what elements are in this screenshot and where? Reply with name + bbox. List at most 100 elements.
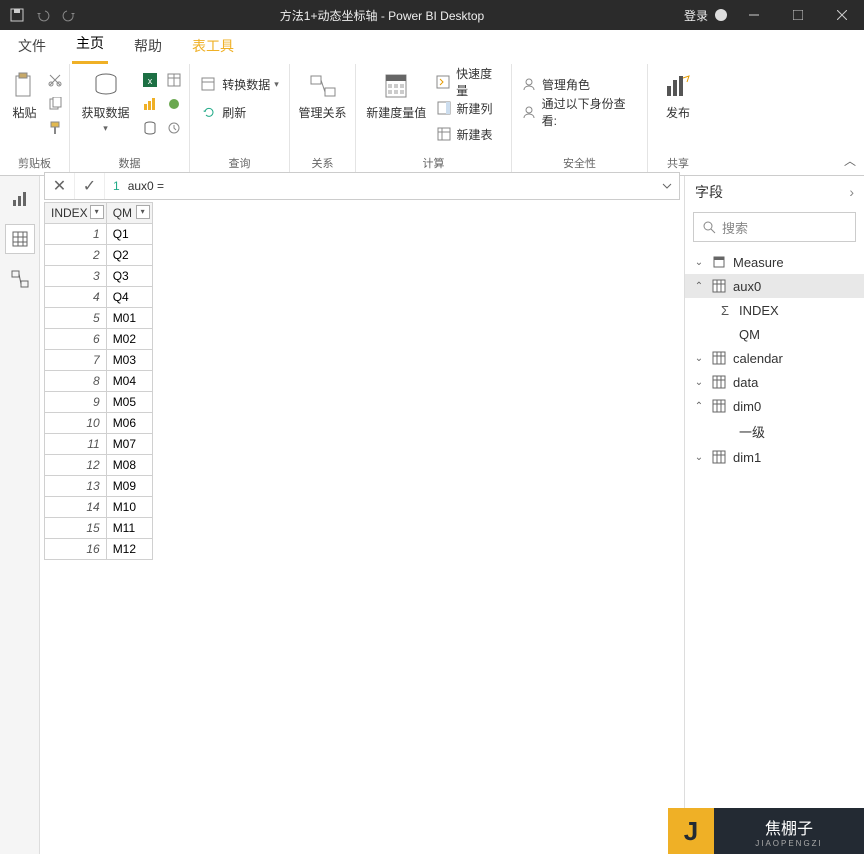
cell-index: 8 [45, 371, 107, 392]
table-row[interactable]: 4Q4 [45, 287, 153, 308]
field-leaf[interactable]: ΣINDEX [685, 298, 864, 322]
copy-icon[interactable] [48, 94, 62, 114]
report-view-icon[interactable] [5, 184, 35, 214]
chevron-icon[interactable]: ⌄ [693, 452, 705, 463]
collapse-ribbon-icon[interactable]: ︿ [844, 152, 856, 169]
filter-dropdown-icon[interactable]: ▾ [90, 205, 104, 219]
formula-commit-icon[interactable]: ✓ [75, 173, 105, 199]
cell-index: 1 [45, 224, 107, 245]
group-calc: 新建度量值 快速度量 新建列 新建表 计算 [356, 64, 512, 175]
table-row[interactable]: 15M11 [45, 518, 153, 539]
getdata-button[interactable]: 获取数据 ▾ [77, 70, 135, 134]
table-row[interactable]: 3Q3 [45, 266, 153, 287]
tab-help[interactable]: 帮助 [130, 30, 166, 64]
col-header-qm[interactable]: QM▾ [106, 203, 152, 224]
cut-icon[interactable] [48, 70, 62, 90]
model-view-icon[interactable] [5, 264, 35, 294]
field-leaf[interactable]: 一级 [685, 418, 864, 445]
cell-qm: M04 [106, 371, 152, 392]
cell-index: 4 [45, 287, 107, 308]
table-row[interactable]: 2Q2 [45, 245, 153, 266]
table-row[interactable]: 16M12 [45, 539, 153, 560]
minimize-button[interactable] [732, 0, 776, 30]
field-table[interactable]: ⌄data [685, 370, 864, 394]
maximize-button[interactable] [776, 0, 820, 30]
account-button[interactable]: 登录 [684, 7, 732, 24]
tab-file[interactable]: 文件 [14, 30, 50, 64]
table-row[interactable]: 1Q1 [45, 224, 153, 245]
field-leaf[interactable]: QM [685, 322, 864, 346]
cell-index: 7 [45, 350, 107, 371]
redo-icon[interactable] [58, 4, 80, 26]
chevron-icon[interactable]: ⌄ [693, 377, 705, 388]
field-table[interactable]: ⌄dim1 [685, 445, 864, 469]
manage-relations-button[interactable]: 管理关系 [294, 70, 352, 121]
col-header-index[interactable]: INDEX▾ [45, 203, 107, 224]
chevron-icon[interactable]: ⌃ [693, 401, 705, 412]
formatpainter-icon[interactable] [48, 118, 62, 138]
formula-input[interactable]: 1 aux0 = [105, 179, 655, 193]
table-row[interactable]: 13M09 [45, 476, 153, 497]
chevron-icon[interactable]: ⌄ [693, 353, 705, 364]
ribbon: 粘贴 剪贴板 获取数据 ▾ x [0, 64, 864, 176]
fields-search[interactable]: 搜索 [693, 212, 856, 242]
field-table[interactable]: ⌄Measure [685, 250, 864, 274]
cell-qm: M02 [106, 329, 152, 350]
excel-source-icon[interactable]: x [141, 70, 159, 90]
newmeasure-button[interactable]: 新建度量值 [364, 70, 429, 121]
enterdata-icon[interactable] [165, 70, 183, 90]
table-row[interactable]: 9M05 [45, 392, 153, 413]
collapse-pane-icon[interactable]: › [849, 184, 854, 200]
quickmeasure-button[interactable]: 快速度量 [435, 72, 503, 92]
cell-qm: M03 [106, 350, 152, 371]
chevron-icon[interactable]: ⌄ [693, 257, 705, 268]
paste-button[interactable]: 粘贴 [8, 70, 42, 121]
cell-qm: M07 [106, 434, 152, 455]
fields-title: 字段 [695, 182, 723, 202]
table-row[interactable]: 11M07 [45, 434, 153, 455]
newtable-button[interactable]: 新建表 [435, 124, 503, 144]
field-table[interactable]: ⌃dim0 [685, 394, 864, 418]
table-row[interactable]: 7M03 [45, 350, 153, 371]
table-icon [711, 350, 727, 366]
dataverse-icon[interactable] [165, 94, 183, 114]
undo-icon[interactable] [32, 4, 54, 26]
table-row[interactable]: 10M06 [45, 413, 153, 434]
save-icon[interactable] [6, 4, 28, 26]
sql-source-icon[interactable] [141, 118, 159, 138]
table-row[interactable]: 14M10 [45, 497, 153, 518]
close-button[interactable] [820, 0, 864, 30]
newcolumn-button[interactable]: 新建列 [435, 98, 503, 118]
formula-cancel-icon[interactable]: ✕ [45, 173, 75, 199]
table-row[interactable]: 12M08 [45, 455, 153, 476]
viewas-button[interactable]: 通过以下身份查看: [520, 102, 639, 122]
cell-index: 15 [45, 518, 107, 539]
table-icon [711, 374, 727, 390]
group-query: 转换数据▾ 刷新 查询 [190, 64, 290, 175]
table-row[interactable]: 8M04 [45, 371, 153, 392]
tab-home[interactable]: 主页 [72, 27, 108, 64]
table-icon [711, 398, 727, 414]
transform-button[interactable]: 转换数据▾ [200, 74, 279, 94]
data-view-icon[interactable] [5, 224, 35, 254]
tab-tabletools[interactable]: 表工具 [188, 30, 238, 64]
manageroles-button[interactable]: 管理角色 [520, 74, 639, 94]
filter-dropdown-icon[interactable]: ▾ [136, 205, 150, 219]
cell-qm: Q4 [106, 287, 152, 308]
cell-index: 16 [45, 539, 107, 560]
formula-expand-icon[interactable] [655, 181, 679, 191]
cell-index: 6 [45, 329, 107, 350]
recent-source-icon[interactable] [165, 118, 183, 138]
publish-button[interactable]: 发布 [655, 70, 701, 121]
field-table[interactable]: ⌃aux0 [685, 274, 864, 298]
field-table[interactable]: ⌄calendar [685, 346, 864, 370]
cell-qm: M09 [106, 476, 152, 497]
refresh-button[interactable]: 刷新 [200, 102, 279, 122]
search-icon [702, 220, 716, 234]
table-row[interactable]: 6M02 [45, 329, 153, 350]
chevron-icon[interactable]: ⌃ [693, 281, 705, 292]
table-row[interactable]: 5M01 [45, 308, 153, 329]
cell-index: 10 [45, 413, 107, 434]
cell-qm: Q2 [106, 245, 152, 266]
pbi-source-icon[interactable] [141, 94, 159, 114]
